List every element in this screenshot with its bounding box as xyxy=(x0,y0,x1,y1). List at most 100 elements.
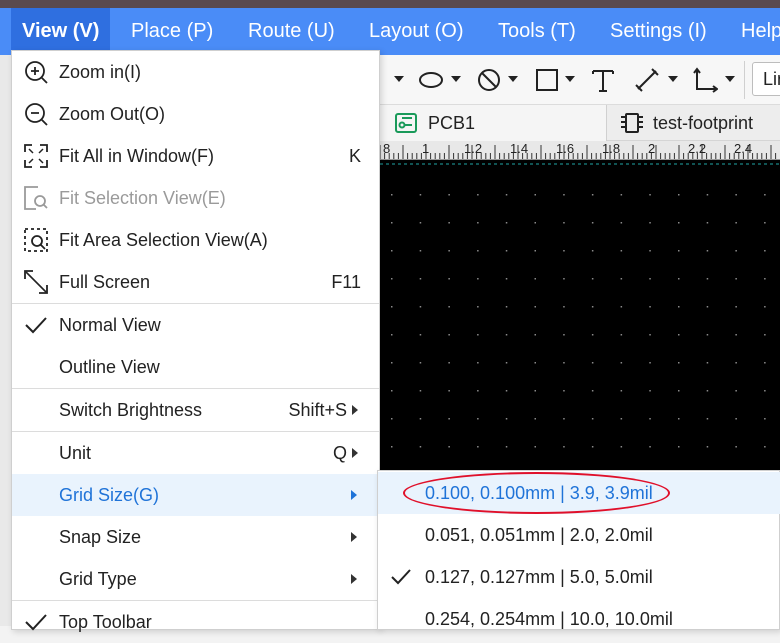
zoom-out-icon xyxy=(25,103,48,126)
grid-dot xyxy=(505,278,508,280)
menu-item-grid-type[interactable]: Grid Type xyxy=(12,558,379,600)
grid-size-option[interactable]: 0.254, 0.254mm | 10.0, 10.0mil xyxy=(378,598,780,640)
menu-item-switch-brightness[interactable]: Switch Brightness Shift+S xyxy=(12,389,379,431)
chevron-down-icon[interactable] xyxy=(668,76,678,82)
ellipse-tool-icon[interactable] xyxy=(418,67,444,93)
square-tool-icon[interactable] xyxy=(534,67,560,93)
menu-item-label: Top Toolbar xyxy=(59,612,152,632)
menu-view[interactable]: View (V) xyxy=(11,8,111,55)
menu-item-full-screen[interactable]: Full Screen F11 xyxy=(12,261,379,303)
grid-dot xyxy=(735,250,737,252)
drawing-toolbar xyxy=(374,55,780,105)
menu-item-normal-view[interactable]: Normal View xyxy=(12,304,379,346)
grid-dot xyxy=(391,194,393,196)
fullscreen-icon xyxy=(24,270,48,294)
angle-dimension-icon[interactable] xyxy=(692,67,718,93)
grid-size-label: 0.254, 0.254mm | 10.0, 10.0mil xyxy=(425,609,673,629)
grid-dot xyxy=(448,390,450,392)
grid-dot xyxy=(419,194,422,196)
grid-size-option[interactable]: 0.127, 0.127mm | 5.0, 5.0mil xyxy=(378,556,780,598)
grid-dot xyxy=(620,222,623,224)
tab-test-footprint[interactable]: test-footprint xyxy=(608,105,780,141)
ruler-label: 1 xyxy=(422,141,430,156)
grid-dot xyxy=(563,194,565,196)
grid-dot xyxy=(591,362,594,364)
tab-label: PCB1 xyxy=(428,113,476,133)
menu-item-top-toolbar[interactable]: Top Toolbar xyxy=(12,601,379,643)
menu-place[interactable]: Place (P) xyxy=(131,8,213,55)
checkmark-icon xyxy=(25,614,47,631)
grid-dot xyxy=(706,418,709,420)
grid-dot xyxy=(448,418,450,420)
grid-dot xyxy=(678,278,680,280)
menu-item-label: Unit xyxy=(59,443,92,463)
tab-pcb1[interactable]: PCB1 xyxy=(380,105,607,141)
shortcut-label: F11 xyxy=(331,272,361,292)
ruler-label: 2.4 xyxy=(734,141,753,156)
menu-item-fit-selection[interactable]: Fit Selection View(E) xyxy=(12,177,379,219)
grid-dot xyxy=(534,390,536,392)
menu-route[interactable]: Route (U) xyxy=(248,8,335,55)
menu-item-grid-size[interactable]: Grid Size(G) xyxy=(12,474,379,516)
ruler-label: 1.4 xyxy=(510,141,529,156)
grid-dot xyxy=(505,362,508,364)
grid-dot xyxy=(563,278,565,280)
pcb-canvas[interactable] xyxy=(380,160,780,470)
grid-dot xyxy=(678,334,680,336)
menu-item-label: Zoom Out(O) xyxy=(59,104,166,124)
grid-dot xyxy=(591,194,594,196)
line-style-select[interactable]: Lin xyxy=(752,62,780,96)
chevron-down-icon[interactable] xyxy=(565,76,575,82)
text-tool-icon[interactable] xyxy=(590,67,616,93)
menu-help[interactable]: Help xyxy=(741,8,780,55)
dimension-tool-icon[interactable] xyxy=(634,67,660,93)
shortcut-label: K xyxy=(348,146,361,166)
grid-dot xyxy=(649,390,651,392)
grid-dot xyxy=(391,250,393,252)
menu-tools[interactable]: Tools (T) xyxy=(498,8,576,55)
grid-dot xyxy=(419,306,422,308)
grid-dot xyxy=(534,334,536,336)
grid-dot xyxy=(534,194,536,196)
grid-dot xyxy=(706,390,709,392)
document-tabs: PCB1 test-footprint xyxy=(380,105,780,141)
chevron-down-icon[interactable] xyxy=(508,76,518,82)
grid-size-option[interactable]: 0.051, 0.051mm | 2.0, 2.0mil xyxy=(378,514,780,556)
chevron-down-icon[interactable] xyxy=(725,76,735,82)
grid-dot xyxy=(591,250,594,252)
chevron-down-icon[interactable] xyxy=(451,76,461,82)
grid-dot xyxy=(534,250,536,252)
grid-dot xyxy=(448,446,450,448)
menu-item-zoom-in[interactable]: Zoom in(I) xyxy=(12,51,379,93)
menu-item-snap-size[interactable]: Snap Size xyxy=(12,516,379,558)
grid-dot xyxy=(735,334,737,336)
grid-dot xyxy=(563,362,565,364)
grid-dot xyxy=(477,250,479,252)
grid-dot xyxy=(620,446,623,448)
ruler-label: 2.2 xyxy=(688,141,707,156)
grid-dot xyxy=(706,194,709,196)
menu-settings[interactable]: Settings (I) xyxy=(610,8,707,55)
menu-item-fit-all[interactable]: Fit All in Window(F) K xyxy=(12,135,379,177)
menu-item-unit[interactable]: Unit Q xyxy=(12,432,379,474)
grid-dot xyxy=(477,222,479,224)
horizontal-ruler: 8 1 1.2 1.4 1.6 1.8 2 2.2 2.4 xyxy=(380,141,780,160)
grid-dot xyxy=(419,250,422,252)
grid-dot xyxy=(563,306,565,308)
chevron-down-icon[interactable] xyxy=(394,76,404,82)
grid-dot xyxy=(563,418,565,420)
menu-item-fit-area-selection[interactable]: Fit Area Selection View(A) xyxy=(12,219,379,261)
menu-item-label: Snap Size xyxy=(59,527,142,547)
grid-dot xyxy=(649,418,651,420)
menu-item-zoom-out[interactable]: Zoom Out(O) xyxy=(12,93,379,135)
grid-dot xyxy=(477,278,479,280)
grid-dot xyxy=(620,278,623,280)
grid-dot xyxy=(678,250,680,252)
grid-dot xyxy=(391,306,393,308)
forbidden-region-icon[interactable] xyxy=(476,67,502,93)
grid-dot xyxy=(591,418,594,420)
menu-item-outline-view[interactable]: Outline View xyxy=(12,346,379,388)
menu-layout[interactable]: Layout (O) xyxy=(369,8,463,55)
grid-dot xyxy=(620,390,623,392)
menu-item-label: Fit Selection View(E) xyxy=(59,188,226,208)
